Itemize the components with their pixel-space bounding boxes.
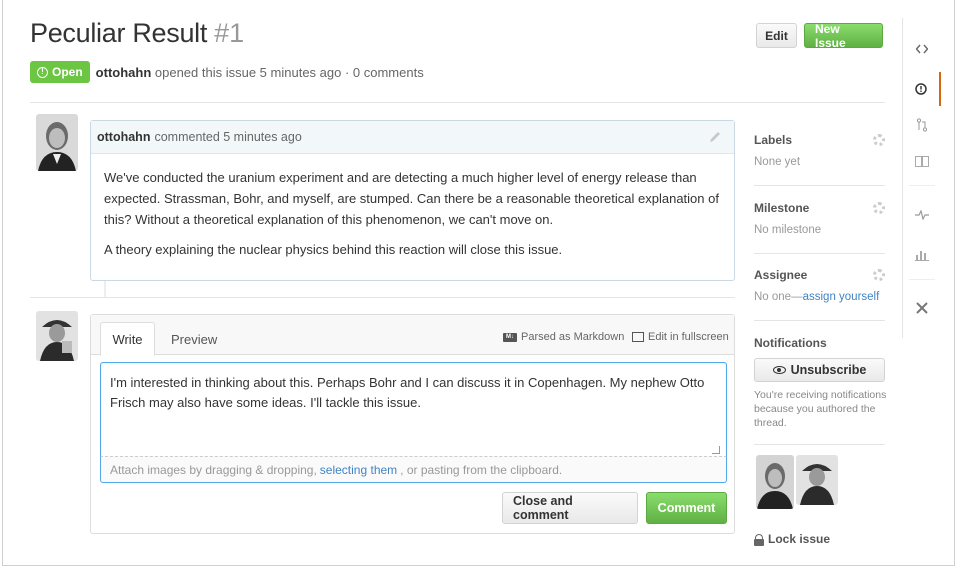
avatar[interactable] (36, 114, 78, 171)
title-row: Peculiar Result #1 (30, 18, 244, 49)
milestone-title: Milestone (754, 201, 810, 215)
notifications-section: Notifications (754, 336, 885, 350)
attach-text: Attach images by dragging & dropping, (110, 462, 317, 477)
divider (30, 102, 885, 103)
attach-images-bar[interactable]: Attach images by dragging & dropping, se… (100, 456, 727, 483)
assignee-value: No one—assign yourself (754, 291, 885, 303)
repo-nav (902, 18, 941, 338)
assignee-none: No one— (754, 291, 803, 303)
new-issue-button[interactable]: New Issue (804, 22, 883, 50)
lock-issue-label: Lock issue (768, 532, 831, 546)
comment-paragraph: A theory explaining the nuclear physics … (104, 242, 563, 257)
participant-avatar[interactable] (796, 455, 838, 505)
labels-title: Labels (754, 133, 793, 147)
comment-paragraph: We've conducted the uranium experiment a… (104, 170, 719, 227)
gear-icon[interactable] (873, 269, 885, 281)
comment-textarea[interactable]: I'm interested in thinking about this. P… (100, 362, 727, 456)
markdown-hint-label: Parsed as Markdown (521, 331, 625, 343)
comment-button[interactable]: Comment (646, 492, 727, 524)
unsubscribe-button[interactable]: Unsubscribe (754, 358, 885, 382)
comment-meta: commented 5 minutes ago (154, 130, 302, 144)
pull-request-icon[interactable] (903, 108, 941, 142)
fullscreen-label: Edit in fullscreen (648, 331, 729, 343)
divider (909, 185, 935, 186)
issue-meta: ! Open ottohahn opened this issue 5 minu… (30, 61, 424, 83)
fullscreen-icon (632, 332, 644, 342)
pulse-icon[interactable] (903, 198, 941, 232)
issue-title: Peculiar Result (30, 18, 208, 48)
milestone-value: No milestone (754, 224, 822, 236)
state-label: Open (52, 65, 83, 79)
labels-section: Labels None yet (754, 133, 885, 168)
assignee-title: Assignee (754, 268, 808, 282)
code-icon[interactable] (903, 32, 941, 66)
divider (30, 297, 735, 298)
lock-icon (754, 533, 764, 546)
lock-issue-link[interactable]: Lock issue (754, 532, 830, 546)
select-files-link[interactable]: selecting them (320, 463, 397, 477)
settings-icon[interactable] (903, 291, 941, 325)
divider (754, 185, 885, 186)
thread-line (104, 281, 106, 298)
unsubscribe-label: Unsubscribe (790, 363, 867, 377)
header-actions: Edit New Issue (756, 22, 883, 50)
issue-number: #1 (214, 18, 245, 48)
assign-yourself-link[interactable]: assign yourself (803, 291, 880, 303)
tab-write[interactable]: Write (100, 322, 155, 356)
comment-header: ottohahn commented 5 minutes ago (91, 121, 734, 154)
avatar[interactable] (36, 311, 78, 361)
comment-body: We've conducted the uranium experiment a… (91, 154, 734, 260)
markdown-icon: M↓ (503, 332, 517, 342)
issue-page: Peculiar Result #1 ! Open ottohahn opene… (2, 0, 955, 566)
assignee-section: Assignee No one—assign yourself (754, 268, 885, 303)
milestone-section: Milestone No milestone (754, 201, 885, 236)
participant-avatar[interactable] (756, 455, 794, 509)
issue-meta-text: ottohahn opened this issue 5 minutes ago… (96, 65, 424, 80)
divider (754, 320, 885, 321)
issue-opened-icon: ! (37, 66, 48, 78)
eye-icon (772, 366, 786, 374)
resize-grip-icon[interactable] (712, 446, 720, 454)
issue-meta-detail: opened this issue 5 minutes ago · 0 comm… (154, 64, 424, 80)
gear-icon[interactable] (873, 202, 885, 214)
issue-comment: ottohahn commented 5 minutes ago We've c… (90, 120, 735, 281)
gear-icon[interactable] (873, 134, 885, 146)
pencil-icon[interactable] (708, 130, 722, 144)
divider (754, 444, 885, 445)
fullscreen-link[interactable]: Edit in fullscreen (632, 331, 729, 343)
comment-composer: Write Preview M↓ Parsed as Markdown Edit… (90, 314, 735, 534)
graphs-icon[interactable] (903, 238, 941, 272)
composer-tabbar: Write Preview M↓ Parsed as Markdown Edit… (91, 315, 734, 356)
notifications-title: Notifications (754, 336, 827, 350)
edit-button[interactable]: Edit (756, 23, 797, 48)
divider (754, 253, 885, 254)
comment-author-link[interactable]: ottohahn (97, 130, 150, 144)
notifications-reason: You're receiving notifications because y… (754, 389, 887, 429)
state-badge: ! Open (30, 61, 90, 83)
issues-icon[interactable] (903, 72, 941, 106)
tab-preview[interactable]: Preview (171, 322, 217, 356)
divider (909, 279, 935, 280)
close-and-comment-button[interactable]: Close and comment (502, 492, 638, 524)
attach-text-end: , or pasting from the clipboard. (400, 462, 563, 477)
markdown-hint[interactable]: M↓ Parsed as Markdown (503, 331, 624, 343)
issue-author-link[interactable]: ottohahn (96, 65, 152, 80)
wiki-icon[interactable] (903, 144, 941, 178)
labels-value: None yet (754, 156, 801, 168)
